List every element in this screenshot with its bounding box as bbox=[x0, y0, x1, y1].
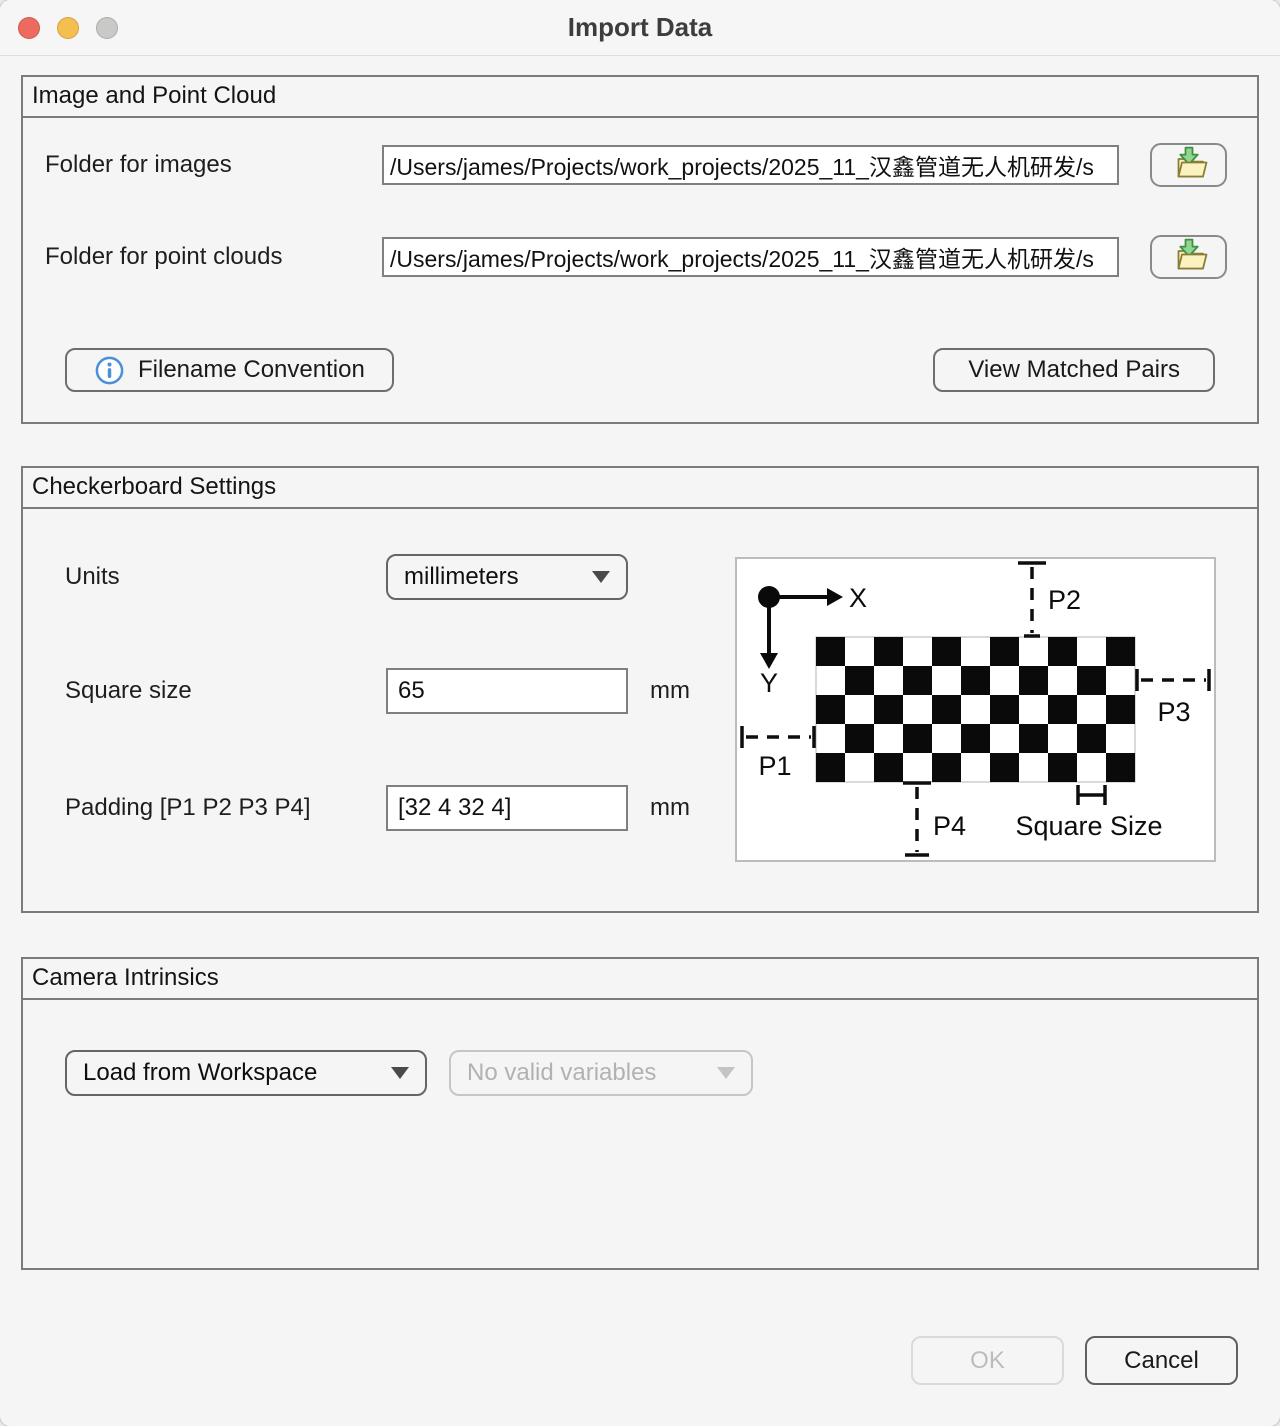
section-title: Checkerboard Settings bbox=[23, 468, 1257, 509]
open-folder-import-icon bbox=[1168, 143, 1210, 187]
padding-unit: mm bbox=[650, 794, 690, 822]
units-dropdown[interactable]: millimeters bbox=[386, 554, 628, 600]
folder-images-input[interactable] bbox=[382, 145, 1119, 185]
browse-pointclouds-button[interactable] bbox=[1150, 235, 1227, 279]
folder-pointclouds-input[interactable] bbox=[382, 237, 1119, 277]
section-camera-intrinsics: Camera Intrinsics Load from Workspace No… bbox=[21, 957, 1259, 1270]
section-title: Camera Intrinsics bbox=[23, 959, 1257, 1000]
folder-images-row: Folder for images bbox=[23, 143, 1257, 187]
intrinsics-source-value: Load from Workspace bbox=[83, 1059, 317, 1087]
checkerboard-diagram-svg: X Y P2 P3 bbox=[737, 559, 1214, 860]
units-selected-value: millimeters bbox=[404, 563, 519, 591]
p2-label: P2 bbox=[1048, 585, 1081, 615]
checkerboard-diagram: X Y P2 P3 bbox=[735, 557, 1216, 862]
p4-label: P4 bbox=[933, 811, 966, 841]
padding-label: Padding [P1 P2 P3 P4] bbox=[65, 794, 386, 822]
section-image-and-point-cloud: Image and Point Cloud Folder for images … bbox=[21, 75, 1259, 424]
title-bar: Import Data bbox=[0, 0, 1280, 56]
window-controls bbox=[18, 17, 118, 39]
y-axis-label: Y bbox=[760, 668, 778, 698]
folder-images-label: Folder for images bbox=[45, 151, 382, 179]
view-matched-pairs-button[interactable]: View Matched Pairs bbox=[933, 348, 1215, 392]
folder-pointclouds-label: Folder for point clouds bbox=[45, 243, 382, 271]
section-title: Image and Point Cloud bbox=[23, 77, 1257, 118]
minimize-window-button[interactable] bbox=[57, 17, 79, 39]
info-icon bbox=[94, 355, 125, 386]
ok-button[interactable]: OK bbox=[911, 1336, 1064, 1385]
close-window-button[interactable] bbox=[18, 17, 40, 39]
cancel-button[interactable]: Cancel bbox=[1085, 1336, 1238, 1385]
dialog-footer: OK Cancel bbox=[911, 1336, 1238, 1385]
intrinsics-variable-dropdown[interactable]: No valid variables bbox=[449, 1050, 753, 1096]
section1-button-row: Filename Convention View Matched Pairs bbox=[23, 348, 1257, 392]
section-checkerboard-settings: Checkerboard Settings Units millimeters … bbox=[21, 466, 1259, 913]
square-size-label: Square size bbox=[65, 677, 386, 705]
p3-label: P3 bbox=[1157, 697, 1190, 727]
square-size-annotation: Square Size bbox=[1015, 811, 1162, 841]
intrinsics-variable-value: No valid variables bbox=[467, 1059, 656, 1087]
intrinsics-source-dropdown[interactable]: Load from Workspace bbox=[65, 1050, 427, 1096]
square-size-input[interactable] bbox=[386, 668, 628, 714]
open-folder-import-icon bbox=[1168, 235, 1210, 279]
x-axis-label: X bbox=[849, 583, 867, 613]
p1-label: P1 bbox=[758, 751, 791, 781]
chevron-down-icon bbox=[391, 1067, 409, 1079]
import-data-dialog: Import Data Image and Point Cloud Folder… bbox=[0, 0, 1280, 1426]
browse-images-button[interactable] bbox=[1150, 143, 1227, 187]
folder-pointclouds-row: Folder for point clouds bbox=[23, 235, 1257, 279]
zoom-window-button[interactable] bbox=[96, 17, 118, 39]
filename-convention-label: Filename Convention bbox=[138, 356, 365, 384]
window-title: Import Data bbox=[0, 12, 1280, 43]
padding-input[interactable] bbox=[386, 785, 628, 831]
units-label: Units bbox=[65, 563, 386, 591]
chevron-down-icon bbox=[717, 1067, 735, 1079]
filename-convention-button[interactable]: Filename Convention bbox=[65, 348, 394, 392]
chevron-down-icon bbox=[592, 571, 610, 583]
square-size-unit: mm bbox=[650, 677, 690, 705]
view-matched-pairs-label: View Matched Pairs bbox=[968, 356, 1180, 384]
intrinsics-row: Load from Workspace No valid variables bbox=[23, 1050, 1257, 1096]
